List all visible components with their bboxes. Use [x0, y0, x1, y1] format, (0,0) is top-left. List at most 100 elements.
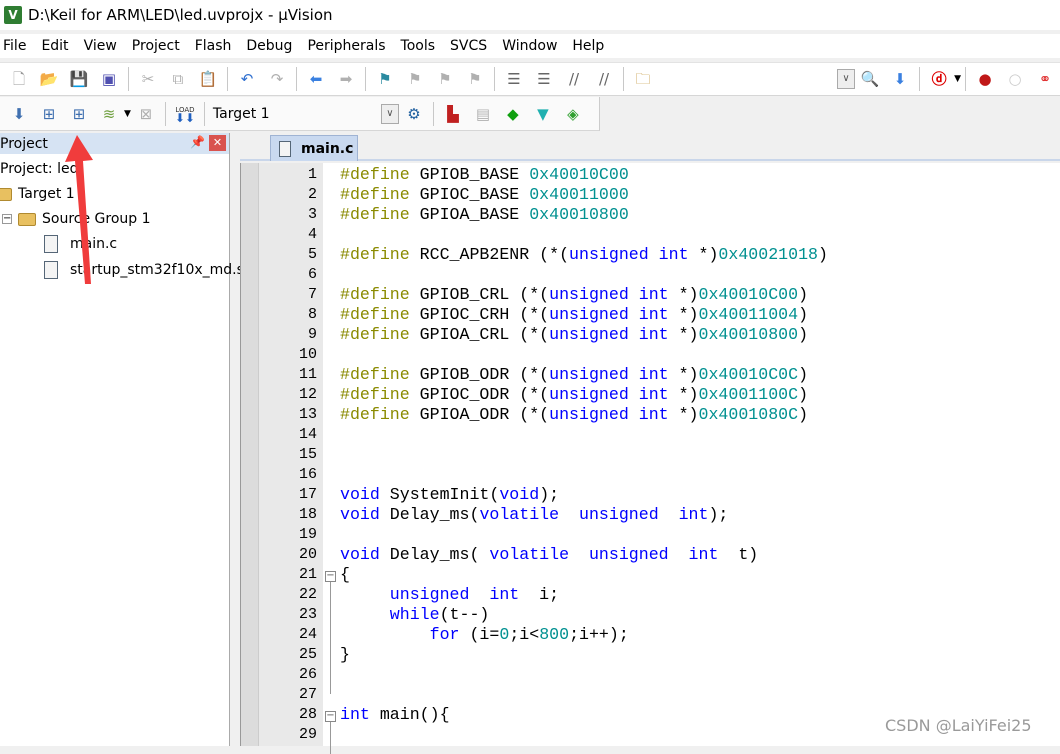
nav-back-icon[interactable]: ⬅ — [306, 69, 326, 89]
line-number: 9 — [307, 326, 317, 343]
menu-edit[interactable]: Edit — [38, 38, 77, 54]
code-editor[interactable]: 1 #define GPIOB_BASE 0x40010C00 2 #define G… — [240, 163, 1060, 754]
line-number: 21 — [298, 566, 317, 583]
code-token: void — [340, 545, 380, 564]
next-bookmark-icon[interactable]: ⚑ — [435, 69, 455, 89]
translate-icon[interactable]: ⬇ — [9, 104, 29, 124]
separator — [227, 67, 228, 91]
code-line[interactable]: void Delay_ms(volatile unsigned int); — [340, 505, 728, 525]
code-line[interactable]: #define GPIOB_BASE 0x40010C00 — [340, 165, 629, 185]
breakpoint-icon[interactable]: ● — [975, 69, 995, 89]
save-icon[interactable]: 💾 — [69, 69, 89, 89]
open-folder-icon[interactable]: 📂 — [39, 69, 59, 89]
code-line[interactable]: #define RCC_APB2ENR (*(unsigned int *)0x… — [340, 245, 828, 265]
code-line[interactable]: } — [340, 645, 350, 665]
fold-toggle-icon[interactable]: − — [325, 711, 336, 722]
debug-session-icon[interactable]: ⓓ — [929, 69, 949, 89]
indent-icon[interactable]: ☰ — [504, 69, 524, 89]
paste-icon[interactable]: 📋 — [198, 69, 218, 89]
code-line[interactable]: void SystemInit(void); — [340, 485, 559, 505]
incremental-find-icon[interactable]: ⬇ — [890, 69, 910, 89]
copy-icon[interactable]: ⧉ — [168, 69, 188, 89]
code-line[interactable]: { — [340, 565, 350, 585]
target-options-icon[interactable]: ⚙ — [404, 104, 424, 124]
target-select[interactable]: Target 1 ∨ — [209, 102, 399, 126]
find-in-files-icon[interactable]: 🗀 — [633, 69, 653, 89]
disable-breakpoint-icon[interactable]: ○ — [1005, 69, 1025, 89]
menu-window[interactable]: Window — [499, 38, 566, 54]
line-number: 4 — [307, 226, 317, 243]
menu-peripherals[interactable]: Peripherals — [304, 38, 394, 54]
clear-bookmarks-icon[interactable]: ⚑ — [465, 69, 485, 89]
code-line[interactable]: #define GPIOA_ODR (*(unsigned int *)0x40… — [340, 405, 808, 425]
bookmark-icon[interactable]: ⚑ — [375, 69, 395, 89]
find-dropdown[interactable]: ∨ — [837, 69, 856, 89]
download-icon[interactable]: LOAD ⬇⬇ — [175, 104, 195, 124]
file-icon — [279, 140, 291, 157]
new-file-icon[interactable]: 🗋 — [9, 69, 29, 89]
menu-help[interactable]: Help — [569, 38, 613, 54]
code-token: #define — [340, 385, 420, 404]
tree-file-main[interactable]: main.c — [44, 235, 117, 253]
menu-view[interactable]: View — [81, 38, 126, 54]
tree-source-group[interactable]: − Source Group 1 — [2, 211, 151, 227]
tree-target[interactable]: Target 1 — [0, 186, 75, 202]
menu-svcs[interactable]: SVCS — [447, 38, 496, 54]
kill-breakpoints-icon[interactable]: ⚭ — [1035, 69, 1055, 89]
cut-icon[interactable]: ✂ — [138, 69, 158, 89]
menu-flash[interactable]: Flash — [192, 38, 241, 54]
tree-file-startup[interactable]: startup_stm32f10x_md.s — [44, 261, 244, 279]
code-line[interactable]: #define GPIOB_CRL (*(unsigned int *)0x40… — [340, 285, 808, 305]
build-toolbar: ⬇ ⊞ ⊞ ≋ ▼ ⊠ LOAD ⬇⬇ Target 1 ∨ ⚙ ▙ ▤ ◆ ▼ … — [0, 97, 600, 131]
comment-icon[interactable]: // — [564, 69, 584, 89]
code-line[interactable]: unsigned int i; — [340, 585, 559, 605]
prev-bookmark-icon[interactable]: ⚑ — [405, 69, 425, 89]
batch-dropdown-icon[interactable]: ▼ — [124, 109, 131, 119]
manage-rte-icon[interactable]: ◆ — [503, 104, 523, 124]
menu-debug[interactable]: Debug — [243, 38, 301, 54]
code-line[interactable]: #define GPIOB_ODR (*(unsigned int *)0x40… — [340, 365, 808, 385]
build-icon[interactable]: ⊞ — [39, 104, 59, 124]
chevron-down-icon[interactable]: ∨ — [380, 103, 399, 124]
rebuild-icon[interactable]: ⊞ — [69, 104, 89, 124]
line-number: 25 — [298, 646, 317, 663]
collapse-icon[interactable]: − — [2, 214, 12, 224]
uncomment-icon[interactable]: // — [594, 69, 614, 89]
code-line[interactable]: #define GPIOC_CRH (*(unsigned int *)0x40… — [340, 305, 808, 325]
code-line[interactable]: #define GPIOA_BASE 0x40010800 — [340, 205, 629, 225]
fold-toggle-icon[interactable]: − — [325, 571, 336, 582]
unindent-icon[interactable]: ☰ — [534, 69, 554, 89]
undo-icon[interactable]: ↶ — [237, 69, 257, 89]
pin-icon[interactable]: 📌 — [190, 135, 205, 149]
file-extensions-icon[interactable]: ▤ — [473, 104, 493, 124]
batch-build-icon[interactable]: ≋ — [99, 104, 119, 124]
find-icon[interactable]: 🔍 — [860, 69, 880, 89]
code-line[interactable]: #define GPIOC_ODR (*(unsigned int *)0x40… — [340, 385, 808, 405]
code-line[interactable]: void Delay_ms( volatile unsigned int t) — [340, 545, 758, 565]
redo-icon[interactable]: ↷ — [267, 69, 287, 89]
save-all-icon[interactable]: ▣ — [99, 69, 119, 89]
debug-dropdown-icon[interactable]: ▼ — [954, 74, 961, 84]
close-icon[interactable]: ✕ — [209, 135, 226, 151]
code-line[interactable]: for (i=0;i<800;i++); — [340, 625, 629, 645]
line-number: 3 — [307, 206, 317, 223]
stop-build-icon[interactable]: ⊠ — [136, 104, 156, 124]
code-token: ); — [539, 485, 560, 504]
menu-project[interactable]: Project — [129, 38, 189, 54]
tree-project-root[interactable]: Project: led — [0, 161, 78, 177]
menu-file[interactable]: File — [0, 38, 35, 54]
code-token: ) — [818, 245, 828, 264]
code-line[interactable]: #define GPIOA_CRL (*(unsigned int *)0x40… — [340, 325, 808, 345]
code-token: unsigned int — [549, 385, 669, 404]
code-token: void — [340, 505, 380, 524]
menu-tools[interactable]: Tools — [398, 38, 445, 54]
code-line[interactable]: while(t--) — [340, 605, 490, 625]
code-line[interactable]: #define GPIOC_BASE 0x40011000 — [340, 185, 629, 205]
manage-components-icon[interactable]: ▙ — [443, 104, 463, 124]
pack-installer-icon[interactable]: ◈ — [563, 104, 583, 124]
select-packs-icon[interactable]: ▼ — [533, 104, 553, 124]
code-token: GPIOB_ODR (*( — [419, 365, 550, 384]
nav-forward-icon[interactable]: ➡ — [336, 69, 356, 89]
code-line[interactable]: int main(){ — [340, 705, 450, 725]
tab-main-c[interactable]: main.c — [270, 135, 358, 161]
